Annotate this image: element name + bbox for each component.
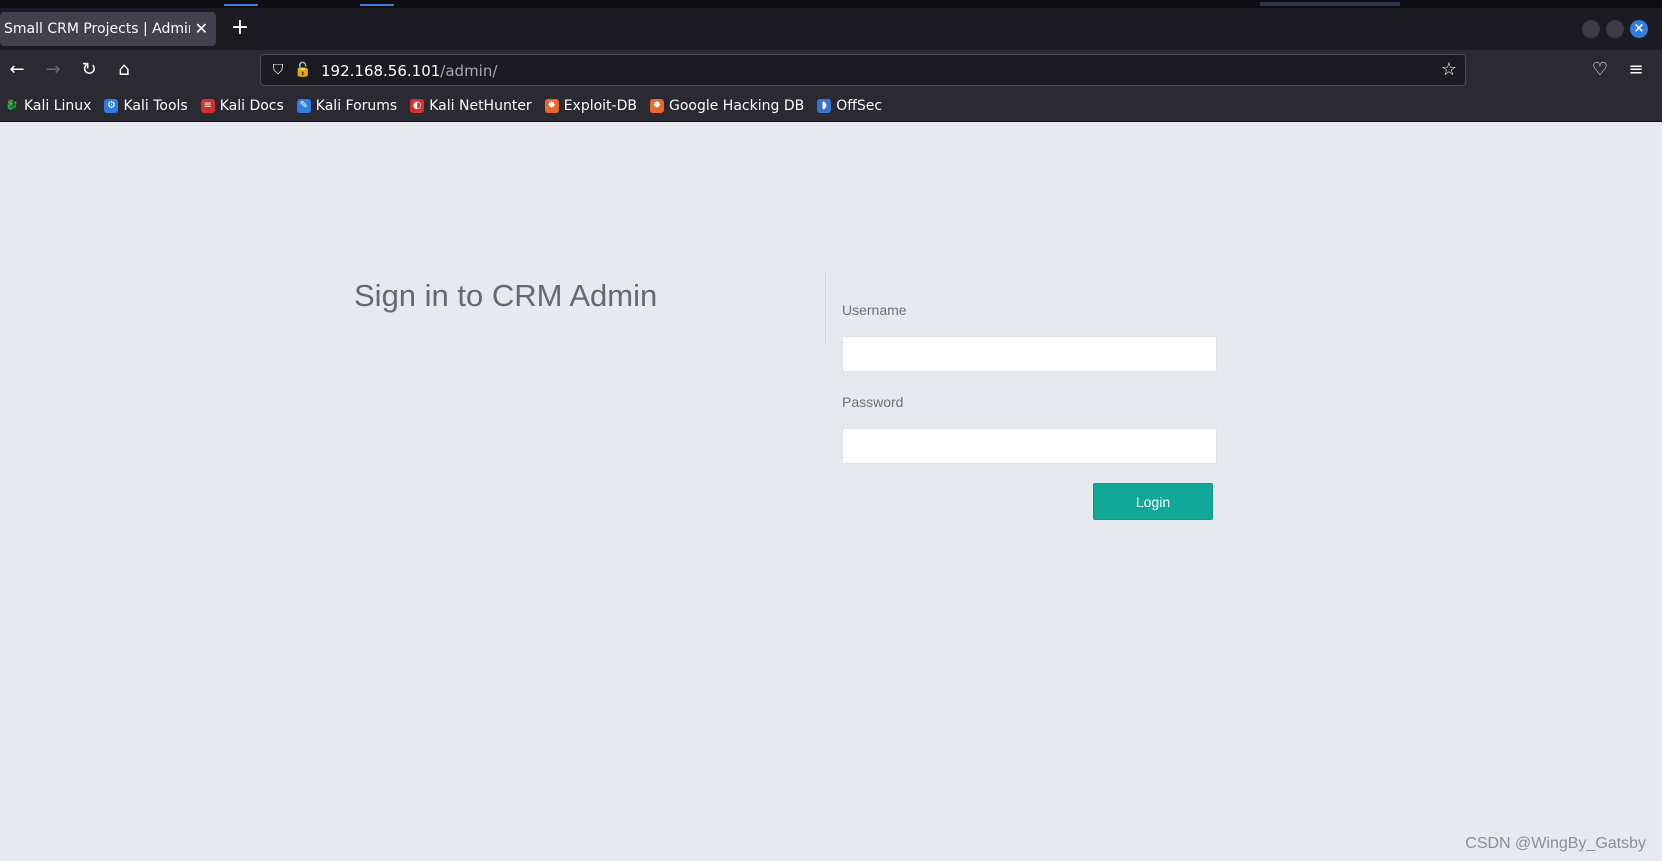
taskbar-indicator	[1260, 2, 1400, 6]
password-input[interactable]	[842, 428, 1217, 464]
navigation-toolbar: ← → ↻ ⌂ ⛉ 🔓 192.168.56.101/admin/ ☆ ♡ ≡	[0, 50, 1662, 90]
username-label: Username	[842, 302, 907, 318]
bookmark-label: Kali Linux	[24, 97, 92, 114]
bookmark-item[interactable]: ✸ Google Hacking DB	[649, 96, 805, 116]
bookmark-item[interactable]: ≡ Kali Docs	[200, 96, 284, 116]
admin-login-page: Sign in to CRM Admin Username Password L…	[0, 122, 1662, 861]
bookmark-label: Kali Docs	[219, 97, 284, 114]
bookmark-item[interactable]: ◗ OffSec	[817, 96, 882, 116]
bookmark-favicon-icon: ◗	[817, 98, 832, 113]
bookmark-favicon-icon: ⚙	[104, 98, 119, 113]
bookmark-favicon-icon: 🐉	[5, 98, 19, 113]
bookmark-favicon-icon: ✸	[649, 98, 664, 113]
bookmark-label: OffSec	[836, 97, 883, 114]
address-bar[interactable]: ⛉ 🔓 192.168.56.101/admin/ ☆	[260, 54, 1466, 86]
password-label: Password	[842, 394, 904, 410]
tab-title: Small CRM Projects | Admin L	[4, 21, 190, 37]
browser-chrome: Small CRM Projects | Admin L ✕ + × ← → ↻…	[0, 0, 1662, 122]
taskbar-strip	[0, 0, 1662, 8]
bookmark-label: Exploit-DB	[563, 97, 637, 114]
bookmark-label: Kali Tools	[123, 97, 188, 114]
vertical-divider	[825, 272, 826, 344]
bookmark-item[interactable]: ✸ Exploit-DB	[544, 96, 637, 116]
bookmark-favicon-icon: ◐	[410, 98, 425, 113]
new-tab-icon[interactable]: +	[228, 17, 252, 41]
taskbar-indicator	[360, 4, 394, 6]
bookmark-favicon-icon: ✸	[544, 98, 559, 113]
shield-icon[interactable]: ⛉	[269, 61, 287, 79]
tab-bar: Small CRM Projects | Admin L ✕ + ×	[0, 8, 1662, 50]
username-input[interactable]	[842, 336, 1217, 372]
bookmark-label: Google Hacking DB	[668, 97, 805, 114]
forward-arrow-icon[interactable]: →	[41, 58, 65, 82]
bookmark-item[interactable]: ◐ Kali NetHunter	[410, 96, 532, 116]
bookmark-label: Kali NetHunter	[429, 97, 532, 114]
page-title: Sign in to CRM Admin	[354, 278, 658, 313]
bookmark-item[interactable]: 🐉 Kali Linux	[5, 96, 91, 116]
bookmarks-toolbar: 🐉 Kali Linux ⚙ Kali Tools ≡ Kali Docs ✎ Kali Fo…	[0, 90, 1662, 122]
minimize-window-button[interactable]	[1582, 20, 1600, 38]
bookmark-star-icon[interactable]: ☆	[1441, 60, 1457, 80]
reload-icon[interactable]: ↻	[77, 58, 101, 82]
url-path: /admin/	[440, 62, 498, 80]
bookmark-item[interactable]: ⚙ Kali Tools	[104, 96, 188, 116]
home-icon[interactable]: ⌂	[112, 58, 136, 82]
url-text[interactable]: 192.168.56.101/admin/	[321, 61, 497, 81]
close-tab-icon[interactable]: ✕	[195, 19, 208, 39]
close-window-button[interactable]: ×	[1630, 20, 1648, 38]
taskbar-indicator	[224, 4, 258, 6]
back-arrow-icon[interactable]: ←	[5, 58, 29, 82]
login-button[interactable]: Login	[1093, 483, 1213, 520]
maximize-window-button[interactable]	[1606, 20, 1624, 38]
watermark: CSDN @WingBy_Gatsby	[1465, 835, 1646, 852]
url-host: 192.168.56.101	[321, 62, 441, 80]
insecure-lock-icon[interactable]: 🔓	[294, 61, 312, 79]
bookmark-item[interactable]: ✎ Kali Forums	[296, 96, 398, 116]
pocket-icon[interactable]: ♡	[1588, 58, 1612, 82]
bookmark-favicon-icon: ✎	[296, 98, 311, 113]
menu-icon[interactable]: ≡	[1624, 58, 1648, 82]
browser-tab[interactable]: Small CRM Projects | Admin L ✕	[0, 12, 216, 46]
bookmark-label: Kali Forums	[315, 97, 398, 114]
bookmark-favicon-icon: ≡	[200, 98, 215, 113]
